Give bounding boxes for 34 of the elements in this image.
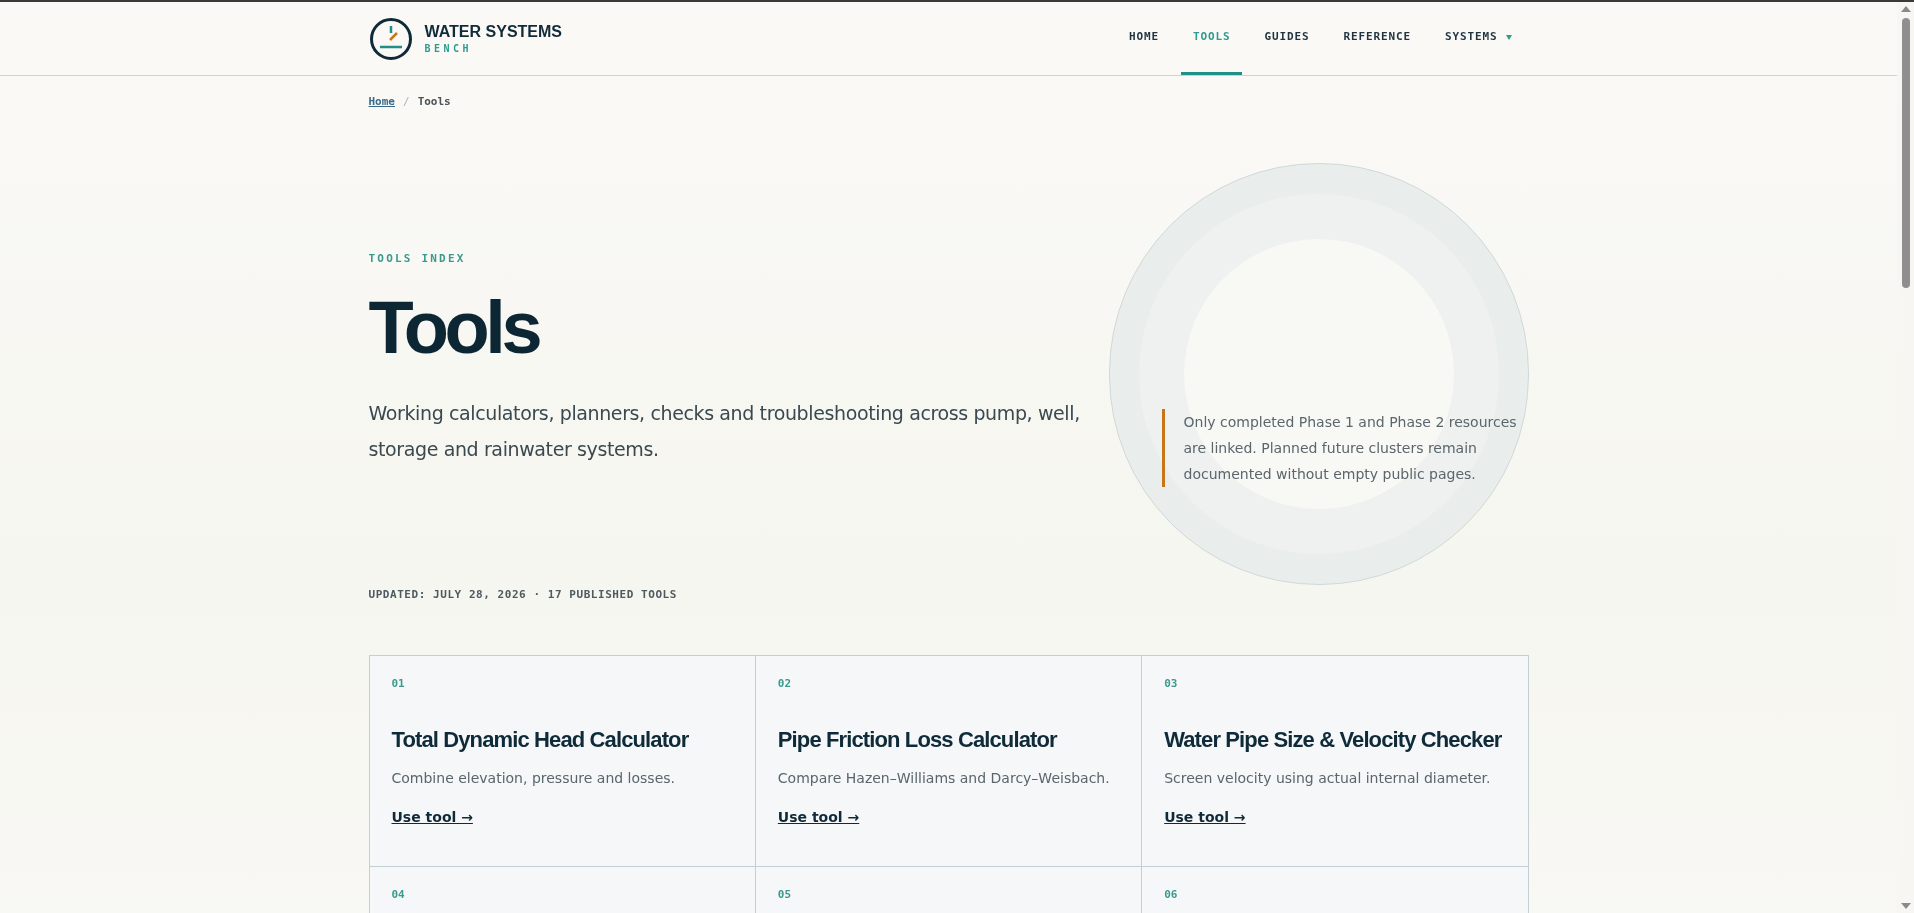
card-number: 05 [777, 887, 793, 903]
card-description: Compare Hazen–Williams and Darcy–Weisbach. [777, 768, 1111, 788]
use-tool-link[interactable]: Use tool → [391, 806, 473, 828]
card-title: Pipe Friction Loss Calculator [777, 725, 1059, 754]
eyebrow-label: TOOLS INDEX [368, 250, 467, 267]
breadcrumb-separator: / [403, 94, 410, 110]
scrollbar[interactable] [1897, 2, 1914, 913]
card-number: 02 [777, 676, 793, 692]
nav-link[interactable]: REFERENCE [1331, 2, 1423, 75]
breadcrumb-current: Tools [417, 94, 451, 110]
info-note: Only completed Phase 1 and Phase 2 resources are linked. Planned future clusters remain documented without empty public pages. [1161, 408, 1522, 487]
card-title: Total Dynamic Head Calculator [391, 725, 690, 754]
card-number: 06 [1164, 887, 1179, 903]
use-tool-link[interactable]: Use tool → [1164, 806, 1246, 828]
nav-link[interactable]: GUIDES [1252, 2, 1322, 75]
scroll-up-icon[interactable] [1900, 6, 1911, 12]
card-title: Water Pipe Size & Velocity Checker [1164, 725, 1503, 754]
scroll-down-icon[interactable] [1900, 903, 1911, 909]
gauge-logo-icon [368, 16, 413, 61]
card-number: 01 [391, 676, 406, 692]
update-meta: UPDATED: JULY 28, 2026 · 17 PUBLISHED TOOLS [368, 586, 678, 603]
nav-link[interactable]: SYSTEMS [1432, 2, 1524, 75]
page-description: Working calculators, planners, checks and troubleshooting across pump, well, storage and rainwater systems. [368, 401, 1081, 462]
brand-subtitle: BENCH [424, 43, 474, 54]
brand-name: WATER SYSTEMS [424, 23, 562, 40]
card-description: Screen velocity using actual internal diameter. [1164, 768, 1492, 788]
card-number: 03 [1164, 676, 1179, 692]
card-number: 04 [391, 887, 406, 903]
use-tool-link[interactable]: Use tool → [777, 806, 860, 828]
page-title: Tools [368, 291, 540, 365]
nav-link[interactable]: HOME [1116, 2, 1171, 75]
scrollbar-thumb[interactable] [1901, 18, 1910, 288]
breadcrumb-link[interactable]: Home [368, 94, 395, 111]
card-description: Combine elevation, pressure and losses. [391, 768, 676, 788]
